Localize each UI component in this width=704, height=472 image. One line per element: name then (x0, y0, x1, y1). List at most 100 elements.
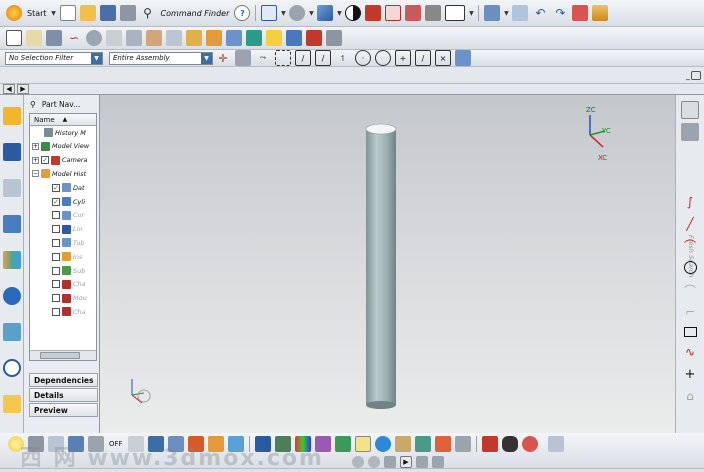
square-icon[interactable] (384, 455, 396, 468)
extrude-icon[interactable] (26, 30, 42, 46)
chevron-down-icon[interactable]: ▼ (201, 52, 212, 64)
history-icon[interactable] (3, 251, 21, 269)
visibility-checkbox[interactable] (52, 211, 60, 220)
help-icon[interactable]: ? (234, 5, 251, 21)
scroll-left-icon[interactable]: ◀ (3, 84, 15, 94)
snap-intersect-icon[interactable]: × (435, 50, 451, 66)
sketch-icon[interactable] (6, 30, 22, 46)
scroll-thumb[interactable] (40, 352, 80, 359)
command-finder-button[interactable]: Command Finder (158, 4, 233, 22)
curve-rule-icon[interactable]: ⤳ (255, 50, 271, 66)
assembly-scope-select[interactable]: Entire Assembly ▼ (109, 51, 213, 65)
tree-item[interactable]: History M (44, 126, 86, 139)
table-icon[interactable] (454, 436, 471, 452)
layer-icon[interactable] (484, 5, 501, 21)
undo-icon[interactable]: ↶ (532, 5, 548, 21)
palette-icon[interactable] (3, 323, 21, 341)
palette-grid-icon[interactable] (681, 123, 699, 141)
reuse-library-icon[interactable] (3, 215, 21, 233)
part-navigator-tree[interactable]: Name ▲ History M + Model View + ✓ Camera − Mode… (29, 113, 97, 361)
edit-feature-icon[interactable] (306, 30, 322, 46)
assembly-navigator-icon[interactable] (3, 107, 21, 125)
visibility-checkbox[interactable] (52, 238, 60, 247)
pattern-icon[interactable] (226, 30, 242, 46)
chamfer-icon[interactable] (186, 30, 202, 46)
circle-icon[interactable] (681, 258, 699, 276)
fit-view-icon[interactable] (261, 5, 278, 21)
graphics-window[interactable]: ZC YC XC (100, 95, 675, 433)
chevron-down-icon[interactable]: ▼ (467, 9, 475, 17)
link-icon[interactable] (394, 436, 411, 452)
glasses-icon[interactable] (501, 436, 518, 452)
arc-icon[interactable]: ⌒ (681, 236, 699, 254)
tree-item[interactable]: ✓ Dat (52, 181, 85, 194)
playback-icon[interactable] (326, 30, 342, 46)
snap-point-icon[interactable]: + (395, 50, 411, 66)
shaded-cube-icon[interactable] (317, 5, 334, 21)
snap-midpoint-icon[interactable]: / (315, 50, 331, 66)
studio-spline-icon[interactable]: ∿ (681, 343, 699, 361)
square-icon[interactable] (432, 455, 444, 468)
boss-icon[interactable] (146, 30, 162, 46)
chamfer-curve-icon[interactable]: ⌐ (681, 303, 699, 321)
expand-toggle-icon[interactable]: + (32, 142, 39, 150)
chevron-down-icon[interactable]: ▼ (279, 9, 287, 17)
offset-curve-icon[interactable]: ⌂ (681, 387, 699, 405)
tree-item[interactable]: Lin (52, 223, 83, 236)
visibility-checkbox[interactable]: ✓ (41, 156, 49, 165)
point-icon[interactable]: + (681, 365, 699, 383)
hidden-edge-icon[interactable] (425, 5, 442, 21)
wireframe-cube-icon[interactable] (385, 5, 402, 21)
trim-icon[interactable] (286, 30, 302, 46)
tree-item[interactable]: + ✓ Camera (32, 154, 88, 167)
maximize-icon[interactable] (691, 70, 701, 80)
tree-item[interactable]: Ins (52, 250, 82, 263)
square-icon[interactable] (416, 455, 428, 468)
profile-icon[interactable]: ∫ (681, 193, 699, 211)
visibility-checkbox[interactable]: ✓ (52, 183, 60, 192)
view-icon[interactable] (547, 436, 564, 452)
subtract-icon[interactable] (266, 30, 282, 46)
visibility-checkbox[interactable] (52, 307, 60, 316)
tools-icon[interactable] (512, 5, 529, 21)
start-menu-button[interactable]: Start (24, 4, 50, 22)
chevron-down-icon[interactable]: ▼ (502, 9, 510, 17)
tree-item[interactable]: Sub (52, 264, 85, 277)
part-navigator-icon[interactable] (3, 179, 21, 197)
dependencies-panel[interactable]: Dependencies (29, 373, 98, 387)
web-browser-icon[interactable] (3, 287, 21, 305)
visibility-checkbox[interactable] (52, 280, 60, 289)
edge-cube-icon[interactable] (405, 5, 422, 21)
rotate-view-icon[interactable] (289, 5, 306, 21)
snap-body-icon[interactable] (455, 50, 471, 66)
snap-control-icon[interactable]: ↿ (335, 50, 351, 66)
visibility-checkbox[interactable]: ✓ (52, 197, 60, 206)
color-icon[interactable] (434, 436, 451, 452)
blend-icon[interactable] (166, 30, 182, 46)
visibility-checkbox[interactable] (52, 252, 60, 261)
chevron-down-icon[interactable]: ▼ (50, 9, 58, 17)
chevron-down-icon[interactable]: ▼ (335, 9, 343, 17)
clock-icon[interactable] (3, 359, 21, 377)
rectangle-icon[interactable] (681, 323, 699, 341)
snap-onpoint-icon[interactable]: / (415, 50, 431, 66)
sweep-icon[interactable] (106, 30, 122, 46)
tree-item[interactable]: Mou (52, 292, 87, 305)
snap-endpoint-icon[interactable]: / (295, 50, 311, 66)
ruler-icon[interactable] (592, 5, 609, 21)
expand-toggle-icon[interactable]: + (32, 156, 39, 164)
expand-toggle-icon[interactable]: − (32, 170, 39, 178)
data-icon[interactable] (414, 436, 431, 452)
tree-item[interactable]: − Model Hist (32, 167, 86, 180)
curve-icon[interactable]: ∽ (66, 30, 82, 46)
globe-icon[interactable] (374, 436, 391, 452)
print-icon[interactable] (119, 5, 136, 21)
cylinder-body[interactable] (365, 123, 397, 409)
palette-chart-icon[interactable] (681, 101, 699, 119)
tree-item[interactable]: Cha (52, 278, 86, 291)
round-icon[interactable] (352, 455, 364, 468)
start-icon[interactable] (6, 5, 22, 21)
constraint-navigator-icon[interactable] (3, 143, 21, 161)
analysis-icon[interactable] (572, 5, 589, 21)
tree-item[interactable]: Cha (52, 305, 86, 318)
